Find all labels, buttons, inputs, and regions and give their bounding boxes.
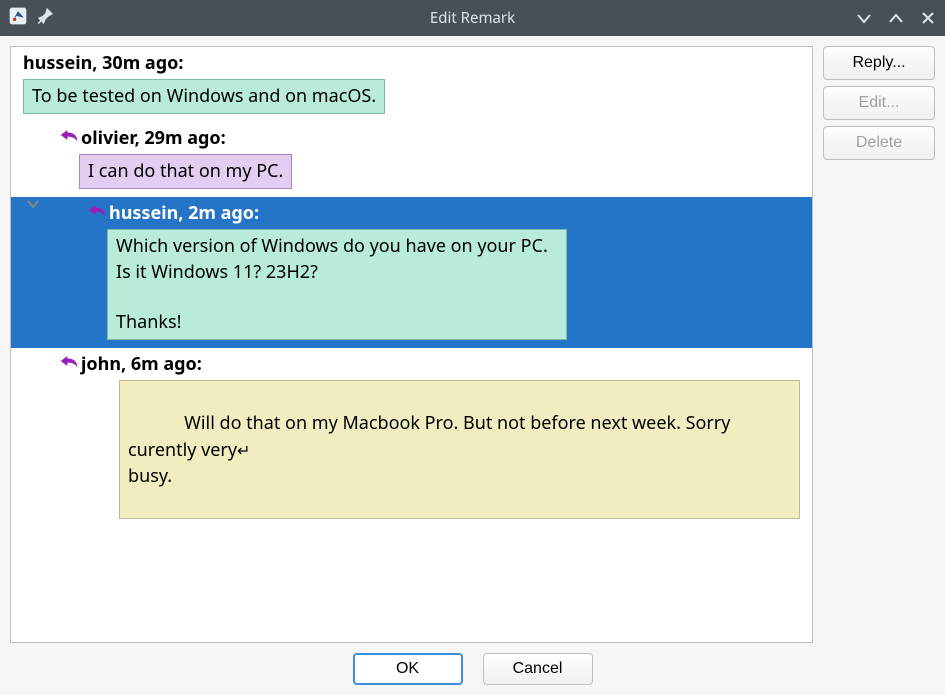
remark-reply-1[interactable]: olivier, 29m ago: I can do that on my PC… bbox=[11, 122, 812, 197]
collapse-toggle[interactable] bbox=[25, 195, 41, 217]
minimize-button[interactable] bbox=[855, 9, 873, 27]
reply-arrow-icon bbox=[59, 126, 79, 150]
remark-header: olivier, 29m ago: bbox=[51, 126, 808, 150]
remark-author-time: olivier, 29m ago: bbox=[81, 126, 226, 150]
remark-header: hussein, 2m ago: bbox=[79, 201, 808, 225]
pin-icon[interactable] bbox=[36, 7, 54, 30]
dialog-button-row: OK Cancel bbox=[10, 643, 935, 685]
remark-body-line: Will do that on my Macbook Pro. But not … bbox=[128, 411, 735, 461]
remark-body: To be tested on Windows and on macOS. bbox=[23, 79, 385, 114]
return-symbol-icon: ↵ bbox=[237, 439, 250, 461]
reply-arrow-icon bbox=[59, 352, 79, 376]
remark-body: Which version of Windows do you have on … bbox=[107, 229, 567, 340]
remark-reply-3[interactable]: john, 6m ago: Will do that on my Macbook… bbox=[11, 348, 812, 527]
remark-author-time: hussein, 2m ago: bbox=[109, 201, 259, 225]
cancel-button[interactable]: Cancel bbox=[483, 653, 593, 685]
remark-reply-2-selected[interactable]: hussein, 2m ago: Which version of Window… bbox=[11, 197, 812, 348]
close-button[interactable] bbox=[919, 9, 937, 27]
remark-header: john, 6m ago: bbox=[51, 352, 808, 376]
remark-author-time: hussein, 30m ago: bbox=[23, 51, 183, 75]
maximize-button[interactable] bbox=[887, 9, 905, 27]
remark-body-line: busy. bbox=[128, 464, 172, 488]
reply-arrow-icon bbox=[87, 201, 107, 225]
remark-body: I can do that on my PC. bbox=[79, 154, 292, 189]
ok-button[interactable]: OK bbox=[353, 653, 463, 685]
remark-root[interactable]: hussein, 30m ago: To be tested on Window… bbox=[11, 47, 812, 122]
window-title: Edit Remark bbox=[430, 8, 515, 28]
app-icon bbox=[8, 6, 28, 31]
remark-body: Will do that on my Macbook Pro. But not … bbox=[119, 380, 800, 519]
delete-button[interactable]: Delete bbox=[823, 126, 935, 160]
remark-author-time: john, 6m ago: bbox=[81, 352, 202, 376]
remark-header: hussein, 30m ago: bbox=[15, 51, 808, 75]
edit-button[interactable]: Edit... bbox=[823, 86, 935, 120]
titlebar: Edit Remark bbox=[0, 0, 945, 36]
side-button-panel: Reply... Edit... Delete bbox=[823, 46, 935, 643]
reply-button[interactable]: Reply... bbox=[823, 46, 935, 80]
remarks-thread-panel[interactable]: hussein, 30m ago: To be tested on Window… bbox=[10, 46, 813, 643]
